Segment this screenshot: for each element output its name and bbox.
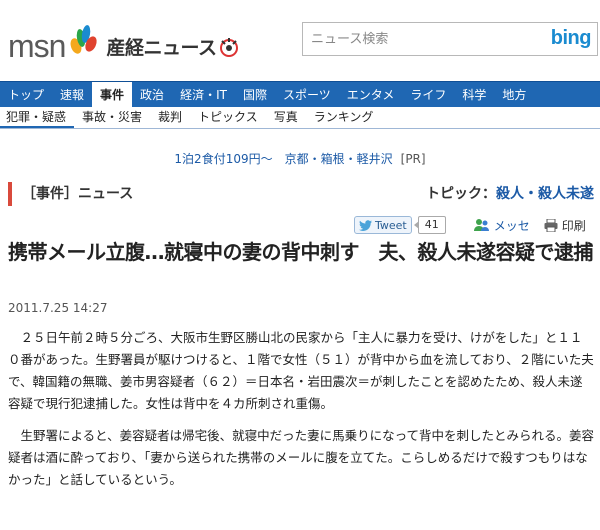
article-headline: 携帯メール立腹…就寝中の妻の背中刺す 夫、殺人未遂容疑で逮捕	[8, 240, 594, 264]
messenger-share-button[interactable]: メッセ	[473, 217, 530, 234]
search-input[interactable]	[303, 23, 533, 55]
section-header: ［事件］ニュース トピック：殺人・殺人未遂	[8, 182, 596, 206]
topic-prefix: トピック：	[426, 186, 496, 202]
tab-politics[interactable]: 政治	[132, 82, 172, 107]
pr-label: [PR]	[400, 152, 426, 166]
msn-butterfly-icon	[71, 25, 98, 54]
subnav-trials[interactable]: 裁判	[150, 107, 190, 128]
tab-top[interactable]: トップ	[0, 82, 52, 107]
site-header: msn 産経ニュース bing	[0, 0, 600, 80]
print-label: 印刷	[561, 218, 586, 233]
twitter-bird-icon	[359, 219, 372, 231]
tab-local[interactable]: 地方	[494, 82, 534, 107]
tab-entertainment[interactable]: エンタメ	[339, 82, 403, 107]
ad-link-price[interactable]: 1泊2食付109円〜	[174, 152, 272, 166]
topic-label: トピック：殺人・殺人未遂	[426, 182, 594, 206]
sankei-logo-text: 産経ニュース	[106, 37, 217, 59]
tweet-button[interactable]: Tweet	[354, 216, 412, 234]
article-paragraph: 生野署によると、姜容疑者は帰宅後、就寝中だった妻に馬乗りになって背中を刺したとみ…	[8, 428, 595, 487]
messenger-people-icon	[473, 219, 489, 231]
site-logo[interactable]: msn 産経ニュース	[8, 24, 239, 62]
article-tools: Tweet 41 メッセ 印刷	[354, 214, 586, 236]
subnav-crime[interactable]: 犯罪・疑惑	[0, 107, 75, 128]
tab-sports[interactable]: スポーツ	[275, 82, 339, 107]
topic-link[interactable]: 殺人・殺人未遂	[496, 186, 594, 202]
main-nav: トップ 速報 事件 政治 経済・IT 国際 スポーツ エンタメ ライフ 科学 地…	[0, 81, 600, 107]
print-button[interactable]: 印刷	[544, 217, 586, 234]
tab-incidents[interactable]: 事件	[92, 82, 133, 107]
sub-nav: 犯罪・疑惑 事故・災害 裁判 トピックス 写真 ランキング	[0, 107, 600, 129]
tab-international[interactable]: 国際	[235, 82, 275, 107]
subnav-photos[interactable]: 写真	[266, 107, 306, 128]
tab-life[interactable]: ライフ	[402, 82, 454, 107]
subnav-accidents[interactable]: 事故・災害	[74, 107, 150, 128]
article-body: ２５日午前２時５分ごろ、大阪市生野区勝山北の民家から「主人に暴力を受け、けがをし…	[8, 327, 594, 491]
tab-breaking[interactable]: 速報	[52, 82, 92, 107]
tab-science[interactable]: 科学	[454, 82, 494, 107]
bing-search-button[interactable]: bing	[551, 27, 592, 50]
sankei-mark-icon	[219, 38, 238, 57]
tab-economy-it[interactable]: 経済・IT	[172, 82, 235, 107]
pr-ad-line: 1泊2食付109円〜 京都・箱根・軽井沢 [PR]	[0, 150, 600, 167]
article-date: 2011.7.25 14:27	[8, 301, 108, 315]
article-paragraph: ２５日午前２時５分ごろ、大阪市生野区勝山北の民家から「主人に暴力を受け、けがをし…	[8, 330, 594, 411]
subnav-topics[interactable]: トピックス	[190, 107, 266, 128]
tweet-count: 41	[413, 216, 446, 234]
msn-logo-text: msn	[8, 28, 66, 64]
messenger-label: メッセ	[493, 218, 530, 233]
search-box: bing	[302, 22, 598, 56]
printer-icon	[544, 218, 558, 232]
subnav-ranking[interactable]: ランキング	[306, 107, 382, 128]
ad-link-destinations[interactable]: 京都・箱根・軽井沢	[285, 152, 393, 166]
tweet-label: Tweet	[375, 218, 407, 232]
section-title: ［事件］ニュース	[22, 186, 134, 202]
